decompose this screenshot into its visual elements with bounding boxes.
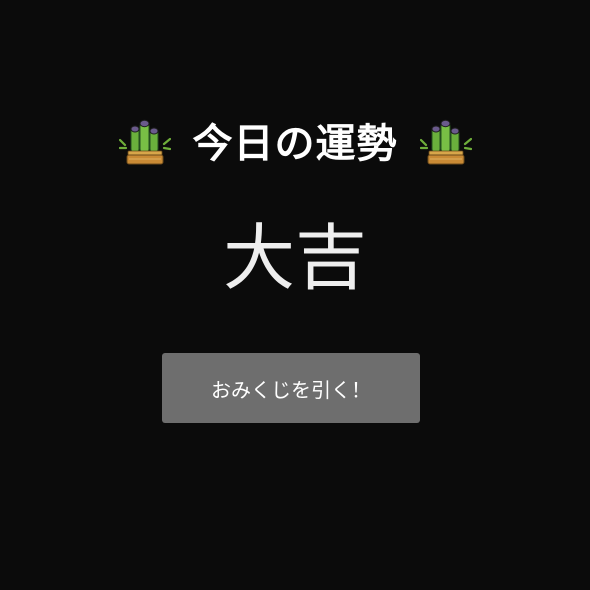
kadomatsu-icon — [118, 119, 171, 165]
title-row: 今日の運勢 — [0, 112, 590, 168]
page-title: 今日の運勢 — [192, 121, 398, 167]
fortune-result: 大吉 — [222, 216, 367, 300]
draw-omikuji-button[interactable]: おみくじを引く！ — [162, 353, 420, 423]
kadomatsu-icon — [419, 119, 472, 165]
